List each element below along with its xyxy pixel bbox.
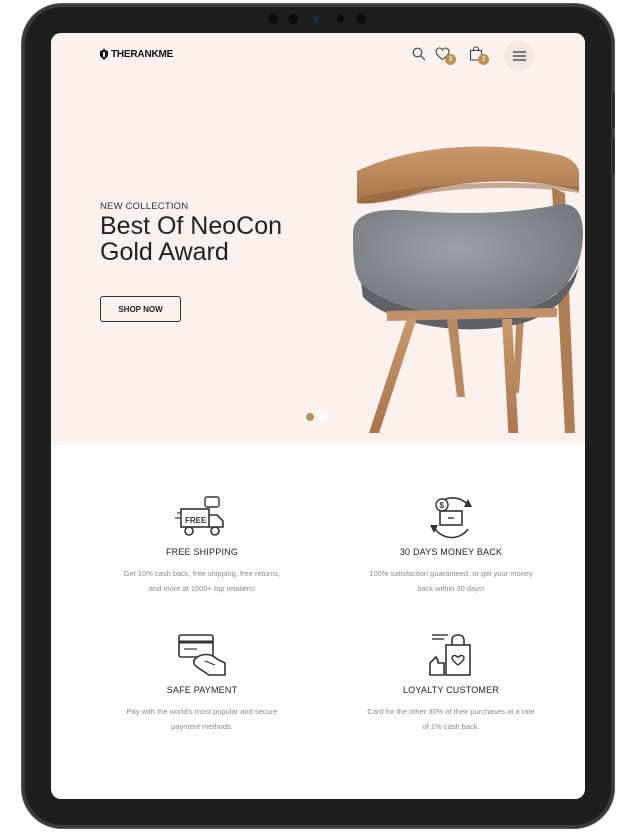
feature-description-line: and more at 1000+ top retailers! — [148, 584, 256, 593]
cart-button[interactable]: 3 — [469, 46, 493, 66]
feature-title: FREE SHIPPING — [165, 547, 239, 557]
feature-description-line: Get 10% cash back, free shipping, free r… — [123, 569, 281, 578]
feature-description: Pay with the world's most popular and se… — [92, 704, 312, 734]
feature-title: SAFE PAYMENT — [166, 685, 238, 695]
search-icon[interactable] — [412, 47, 426, 61]
logo-text: THERANKME — [111, 48, 174, 60]
chair-product-image — [353, 146, 583, 433]
menu-icon — [512, 51, 526, 61]
feature-description: 100% satisfaction guaranteed, or get you… — [341, 566, 561, 596]
camera-dot — [356, 14, 366, 24]
cart-count-badge: 3 — [478, 54, 489, 65]
logo[interactable]: THERANKME — [99, 48, 173, 60]
volume-button — [612, 138, 615, 174]
feature-description-line: Pay with the world's most popular and se… — [126, 707, 278, 716]
credit-card-hand-icon — [178, 634, 226, 676]
free-shipping-truck-icon: FREE — [175, 496, 224, 536]
volume-button — [612, 92, 615, 128]
feature-loyalty-customer: LOYALTY CUSTOMER Card for the other 30% … — [341, 631, 561, 734]
feature-description: Get 10% cash back, free shipping, free r… — [92, 566, 312, 596]
wishlist-button[interactable]: 3 — [435, 47, 459, 67]
loyalty-bag-icon — [429, 634, 471, 676]
site-header: THERANKME 3 3 — [51, 33, 585, 77]
slider-dot[interactable] — [319, 413, 327, 421]
feature-description-line: payment methods. — [171, 722, 233, 731]
slider-dot-active[interactable] — [306, 413, 314, 421]
hero-title-line: Gold Award — [100, 238, 229, 266]
wishlist-count-badge: 3 — [445, 54, 456, 65]
shop-now-button[interactable]: SHOP NOW — [100, 296, 181, 322]
logo-icon — [100, 48, 108, 60]
feature-description-line: 100% satisfaction guaranteed, or get you… — [369, 569, 533, 578]
feature-description-line: back within 30 days! — [417, 584, 485, 593]
tablet-frame: THERANKME 3 3 NEW COLLECTION Best Of Neo… — [22, 4, 615, 828]
feature-description: Card for the other 30% of their purchase… — [341, 704, 561, 734]
feature-title: 30 DAYS MONEY BACK — [399, 547, 503, 557]
camera-dot — [268, 14, 278, 24]
feature-description-line: of 1% cash back. — [422, 722, 480, 731]
hero-title-line: Best Of NeoCon — [100, 212, 283, 240]
screen: THERANKME 3 3 NEW COLLECTION Best Of Neo… — [51, 33, 585, 799]
feature-description-line: Card for the other 30% of their purchase… — [367, 707, 535, 716]
money-back-icon: $ — [430, 497, 472, 539]
camera-dot — [288, 14, 298, 24]
feature-title: LOYALTY CUSTOMER — [402, 685, 500, 695]
menu-button[interactable] — [504, 41, 534, 71]
svg-text:FREE: FREE — [185, 516, 207, 525]
camera-dot — [337, 15, 344, 22]
feature-safe-payment: SAFE PAYMENT Pay with the world's most p… — [92, 631, 312, 734]
feature-money-back: $ 30 DAYS MONEY BACK 100% satisfaction g… — [341, 493, 561, 596]
hero-eyebrow: NEW COLLECTION — [100, 201, 189, 212]
camera-lens — [313, 16, 319, 22]
feature-free-shipping: FREE FREE SHIPPING Get 10% cash back, fr… — [92, 493, 312, 596]
svg-text:$: $ — [440, 501, 445, 510]
hero-section: THERANKME 3 3 NEW COLLECTION Best Of Neo… — [51, 33, 585, 445]
hero-title: Best Of NeoCon Gold Award — [100, 213, 340, 265]
